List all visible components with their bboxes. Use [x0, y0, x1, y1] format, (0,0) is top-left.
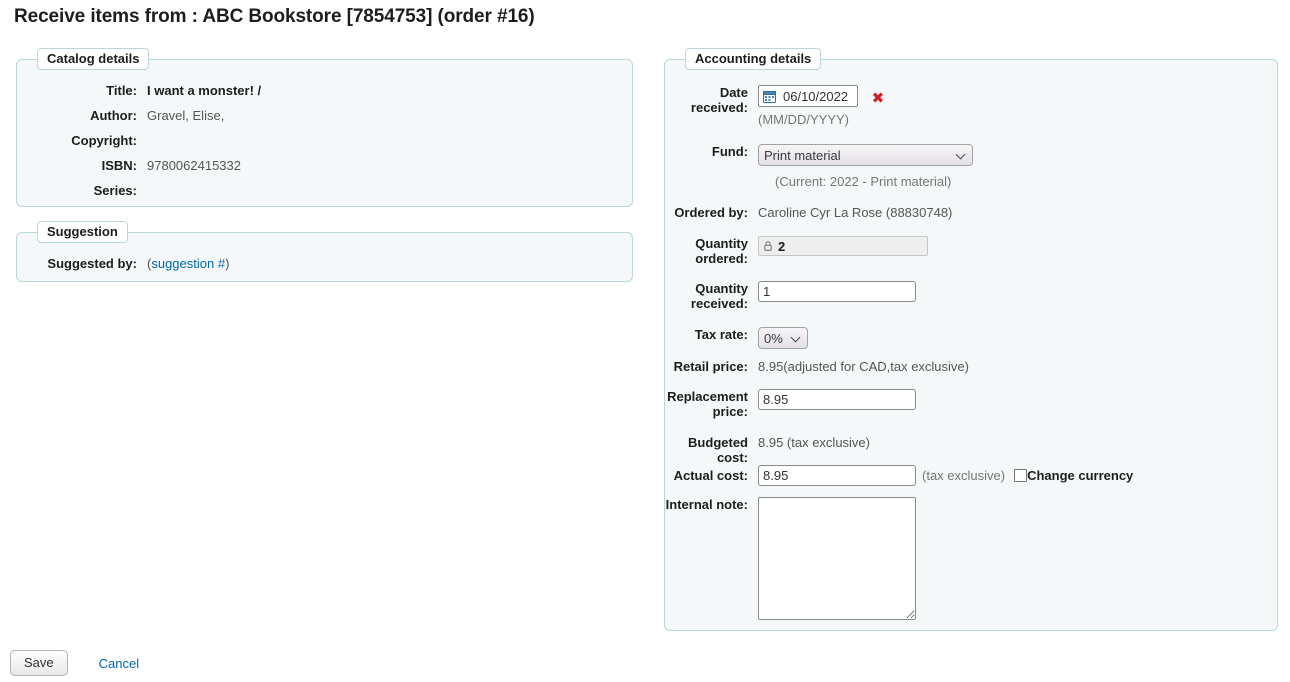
suggestion-panel: Suggestion Suggested by: (suggestion #) [16, 232, 633, 282]
catalog-row-author: Author: Gravel, Elise, [17, 108, 224, 123]
fund-current-hint: (Current: 2022 - Print material) [775, 174, 951, 189]
fund-select[interactable]: Print material [758, 144, 973, 166]
lock-icon [764, 239, 772, 254]
title-value: I want a monster! / [147, 83, 261, 98]
actual-cost-label: Actual cost: [665, 468, 748, 483]
receive-items-page: Receive items from : ABC Bookstore [7854… [0, 0, 1290, 682]
author-label: Author: [17, 108, 137, 123]
quantity-ordered-label: Quantity ordered: [665, 236, 748, 266]
date-received-control: ✖ [758, 85, 884, 107]
internal-note-label: Internal note: [665, 497, 748, 512]
row-tax-rate: Tax rate: 0% [665, 327, 808, 349]
row-quantity-received: Quantity received: [665, 281, 916, 311]
page-title: Receive items from : ABC Bookstore [7854… [14, 6, 535, 28]
save-button[interactable]: Save [10, 650, 68, 676]
catalog-row-series: Series: [17, 183, 147, 198]
tax-rate-label: Tax rate: [665, 327, 748, 342]
date-received-input[interactable] [781, 88, 853, 105]
quantity-ordered-value: 2 [778, 239, 785, 254]
isbn-value: 9780062415332 [147, 158, 241, 173]
tax-rate-select[interactable]: 0% [758, 327, 808, 349]
internal-note-textarea[interactable] [758, 497, 916, 620]
row-internal-note: Internal note: [665, 497, 916, 620]
suggested-by-value: (suggestion #) [147, 256, 229, 271]
quantity-received-label: Quantity received: [665, 281, 748, 311]
fund-select-wrap: Print material [758, 144, 973, 166]
cancel-button[interactable]: Cancel [99, 656, 139, 671]
retail-price-label: Retail price: [665, 359, 748, 374]
date-received-label: Date received: [665, 85, 748, 115]
form-actions: Save Cancel [10, 650, 139, 676]
accounting-details-panel: Accounting details Date received: [664, 59, 1278, 631]
catalog-details-panel: Catalog details Title: I want a monster!… [16, 59, 633, 207]
catalog-row-title: Title: I want a monster! / [17, 83, 261, 98]
ordered-by-value: Caroline Cyr La Rose (88830748) [758, 205, 952, 220]
isbn-label: ISBN: [17, 158, 137, 173]
date-received-field[interactable] [758, 85, 858, 107]
series-label: Series: [17, 183, 137, 198]
copyright-label: Copyright: [17, 133, 137, 148]
retail-price-value: 8.95(adjusted for CAD,tax exclusive) [758, 359, 969, 374]
row-quantity-ordered: Quantity ordered: 2 [665, 236, 928, 266]
row-actual-cost: Actual cost: (tax exclusive) Change curr… [665, 465, 1133, 486]
author-value: Gravel, Elise, [147, 108, 224, 123]
suggestion-row-suggested-by: Suggested by: (suggestion #) [17, 256, 229, 271]
fund-label: Fund: [665, 144, 748, 159]
catalog-row-isbn: ISBN: 9780062415332 [17, 158, 241, 173]
date-format-hint: (MM/DD/YYYY) [758, 112, 849, 127]
suggestion-legend: Suggestion [37, 221, 128, 243]
row-ordered-by: Ordered by: Caroline Cyr La Rose (888307… [665, 205, 952, 220]
row-budgeted-cost: Budgeted cost: 8.95 (tax exclusive) [665, 435, 870, 465]
replacement-price-label: Replacement price: [665, 389, 748, 419]
actual-cost-suffix: (tax exclusive) [922, 468, 1005, 483]
row-retail-price: Retail price: 8.95(adjusted for CAD,tax … [665, 359, 969, 374]
suggestion-link[interactable]: suggestion # [151, 256, 225, 271]
change-currency-label: Change currency [1027, 468, 1133, 483]
change-currency-checkbox[interactable] [1014, 469, 1027, 482]
calendar-icon[interactable] [763, 90, 776, 103]
actual-cost-input[interactable] [758, 465, 916, 486]
tax-rate-select-wrap: 0% [758, 327, 808, 349]
catalog-row-copyright: Copyright: [17, 133, 147, 148]
row-fund: Fund: Print material [665, 144, 973, 166]
row-replacement-price: Replacement price: [665, 389, 916, 419]
clear-date-icon[interactable]: ✖ [872, 89, 885, 107]
row-date-received: Date received: [665, 85, 884, 115]
budgeted-cost-value: 8.95 (tax exclusive) [758, 435, 870, 450]
quantity-ordered-readonly: 2 [758, 236, 928, 256]
budgeted-cost-label: Budgeted cost: [665, 435, 748, 465]
catalog-details-legend: Catalog details [37, 48, 149, 70]
ordered-by-label: Ordered by: [665, 205, 748, 220]
suggested-by-label: Suggested by: [17, 256, 137, 271]
paren-close: ) [225, 256, 229, 271]
title-label: Title: [17, 83, 137, 98]
quantity-received-input[interactable] [758, 281, 916, 302]
accounting-details-legend: Accounting details [685, 48, 821, 70]
replacement-price-input[interactable] [758, 389, 916, 410]
